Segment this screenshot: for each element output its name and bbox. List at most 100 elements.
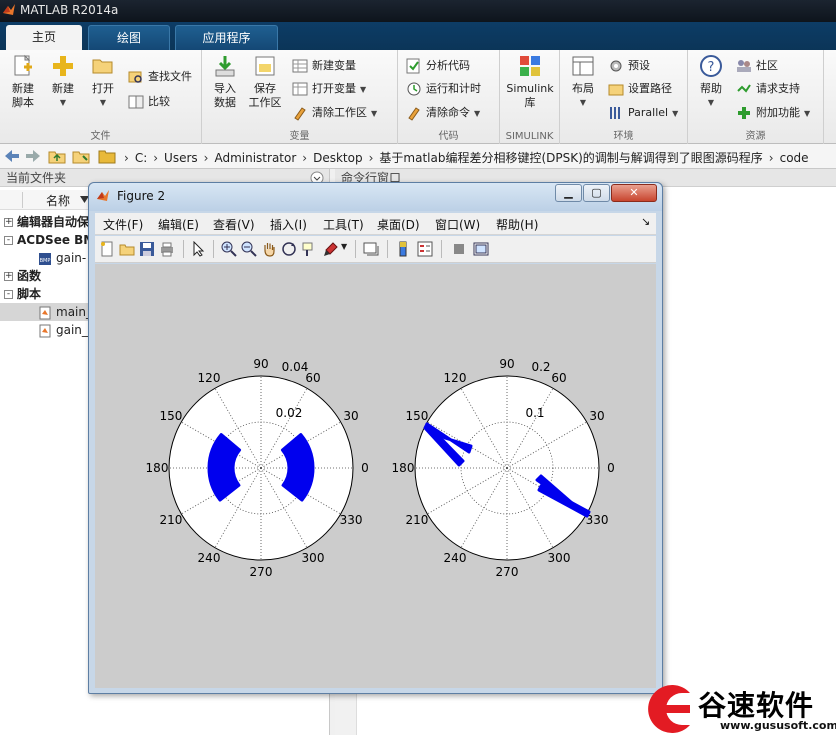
clear-workspace-button[interactable]: 清除工作区 ▼ [292, 103, 377, 123]
new-button[interactable]: 新建 ▼ [46, 54, 80, 110]
save-icon[interactable] [139, 241, 155, 257]
maximize-button[interactable]: ▢ [583, 184, 610, 202]
find-files-button[interactable]: 查找文件 [128, 67, 192, 87]
open-variable-button[interactable]: 打开变量 ▼ [292, 79, 366, 99]
tab-apps[interactable]: 应用程序 [175, 25, 278, 50]
maximize-icon: ▢ [591, 186, 602, 199]
breadcrumb-item[interactable]: Users [164, 151, 198, 165]
set-path-button[interactable]: 设置路径 [608, 79, 672, 99]
column-name-header[interactable]: 名称 [46, 192, 70, 209]
ribbon-section-environment: 布局 ▼ 预设 设置路径 Parallel ▼ 环境 [560, 50, 688, 144]
breadcrumb-item[interactable]: code [780, 151, 809, 165]
polar-radius-label: 0.1 [525, 406, 544, 420]
clear-commands-button[interactable]: 清除命令 ▼ [406, 103, 480, 123]
zoom-in-icon[interactable] [221, 241, 237, 257]
rotate-3d-icon[interactable] [281, 241, 297, 257]
watermark-text: 谷速软件 [698, 689, 815, 722]
show-plot-tools-icon[interactable] [473, 241, 489, 257]
breadcrumb-separator: › [302, 151, 308, 165]
community-button[interactable]: 社区 [736, 56, 778, 76]
layout-button[interactable]: 布局 ▼ [564, 54, 602, 110]
new-variable-button[interactable]: 新建变量 [292, 56, 356, 76]
save-workspace-button[interactable]: 保存 工作区 [246, 54, 284, 110]
chevron-down-icon: ▼ [360, 85, 367, 94]
simulink-library-button[interactable]: Simulink 库 [504, 54, 556, 110]
breadcrumb-item[interactable]: Administrator [214, 151, 296, 165]
collapse-icon[interactable]: - [4, 290, 13, 299]
preferences-button[interactable]: 预设 [608, 56, 650, 76]
back-arrow-icon[interactable] [3, 148, 21, 164]
polar-radius-label: 0.2 [531, 360, 550, 374]
pointer-arrow-icon[interactable] [191, 241, 207, 257]
app-title: MATLAB R2014a [20, 3, 119, 17]
polar-angle-label: 120 [444, 371, 467, 385]
import-data-label: 导入 数据 [214, 82, 236, 109]
new-script-button[interactable]: 新建 脚本 [6, 54, 40, 110]
polar-angle-label: 300 [302, 551, 325, 565]
expand-icon[interactable]: + [4, 272, 13, 281]
browse-folder-icon[interactable] [72, 148, 90, 164]
chevron-down-icon[interactable]: ▼ [341, 242, 347, 251]
brush-icon[interactable] [323, 241, 339, 257]
tree-file-label: main_ [56, 305, 92, 319]
new-figure-icon[interactable] [99, 241, 115, 257]
menu-desktop[interactable]: 桌面(D) [377, 216, 420, 233]
request-support-button[interactable]: 请求支持 [736, 79, 800, 99]
tree-group-label: 编辑器自动保 [17, 215, 90, 229]
toolbar-separator [441, 240, 442, 258]
close-button[interactable]: ✕ [611, 184, 657, 202]
data-cursor-icon[interactable] [301, 241, 317, 257]
zoom-out-icon[interactable] [241, 241, 257, 257]
dock-arrow-icon[interactable]: ↘ [641, 215, 650, 228]
open-file-icon[interactable] [119, 241, 135, 257]
print-icon[interactable] [159, 241, 175, 257]
collapse-icon[interactable]: - [4, 236, 13, 245]
addons-button[interactable]: 附加功能 ▼ [736, 103, 810, 123]
watermark-url: www.gususoft.com [720, 719, 836, 732]
open-button[interactable]: 打开 ▼ [86, 54, 120, 110]
expand-icon[interactable]: + [4, 218, 13, 227]
toolbar-separator [183, 240, 184, 258]
menu-insert[interactable]: 插入(I) [270, 216, 307, 233]
new-script-label: 新建 脚本 [12, 82, 34, 109]
breadcrumb-item[interactable]: C: [135, 151, 147, 165]
simulink-library-icon [520, 56, 540, 76]
minimize-button[interactable]: ▁ [555, 184, 582, 202]
tree-file-label: gain_ [56, 323, 88, 337]
menu-tools[interactable]: 工具(T) [323, 216, 364, 233]
compare-button[interactable]: 比较 [128, 92, 170, 112]
chevron-down-icon: ▼ [474, 109, 481, 118]
tab-home[interactable]: 主页 [6, 25, 82, 50]
forward-arrow-icon[interactable] [24, 148, 42, 164]
legend-icon[interactable] [417, 241, 433, 257]
analyze-code-button[interactable]: 分析代码 [406, 56, 470, 76]
menu-file[interactable]: 文件(F) [103, 216, 143, 233]
run-and-time-label: 运行和计时 [426, 82, 481, 95]
figure-title-bar[interactable]: Figure 2 ▁ ▢ ✕ [89, 183, 662, 211]
simulink-library-label: Simulink 库 [506, 82, 554, 109]
menu-window[interactable]: 窗口(W) [435, 216, 480, 233]
breadcrumb-item[interactable]: Desktop [313, 151, 363, 165]
set-path-label: 设置路径 [628, 82, 672, 95]
menu-edit[interactable]: 编辑(E) [158, 216, 199, 233]
menu-view[interactable]: 查看(V) [213, 216, 255, 233]
tree-group-label: 脚本 [17, 287, 42, 301]
import-data-button[interactable]: 导入 数据 [206, 54, 244, 110]
run-and-time-button[interactable]: 运行和计时 [406, 79, 481, 99]
up-folder-icon[interactable] [48, 148, 66, 164]
help-button[interactable]: ? 帮助 ▼ [694, 54, 728, 110]
folder-open-icon [92, 59, 113, 74]
ribbon-section-resources: ? 帮助 ▼ 社区 请求支持 附加功能 ▼ 资源 [688, 50, 824, 144]
pan-hand-icon[interactable] [261, 241, 277, 257]
bmp-icon: BMP [39, 252, 51, 265]
polar-angle-label: 90 [499, 357, 514, 371]
figure-canvas[interactable]: 0 30 60 90 120 150 180 210 240 270 300 330 0.02 0.04 0… [95, 264, 656, 688]
breadcrumb-item[interactable]: 基于matlab编程差分相移键控(DPSK)的调制与解调得到了眼图源码程序 [379, 151, 762, 165]
find-files-label: 查找文件 [148, 70, 192, 83]
menu-help[interactable]: 帮助(H) [496, 216, 538, 233]
tab-plots[interactable]: 绘图 [88, 25, 170, 50]
link-plot-icon[interactable] [363, 241, 379, 257]
parallel-button[interactable]: Parallel ▼ [608, 103, 678, 123]
colorbar-icon[interactable] [395, 241, 411, 257]
hide-plot-tools-icon[interactable] [451, 241, 467, 257]
